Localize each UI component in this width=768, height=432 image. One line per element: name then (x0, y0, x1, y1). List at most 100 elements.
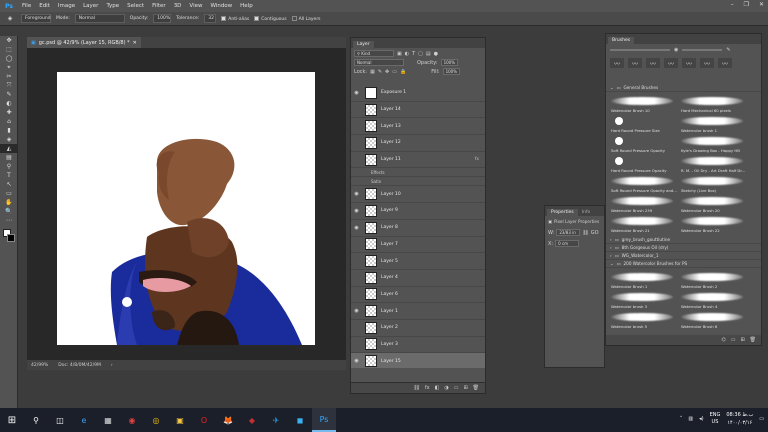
brush-preset[interactable]: Watercolor brush 5 (609, 311, 677, 329)
menu-item-edit[interactable]: Edit (35, 3, 54, 9)
brush-preset[interactable]: Kyle's Drawing Box - Happy HB (679, 135, 747, 153)
brush-preset[interactable]: Hard Round Pressure Opacity (609, 155, 677, 173)
recent-brush-icon[interactable]: 〰 (700, 58, 714, 68)
history-brush-tool-icon[interactable]: ▮ (0, 126, 18, 135)
paint-bucket-icon[interactable]: ◈ (4, 14, 16, 23)
kind-filter-select[interactable]: ⚲ Kind (354, 50, 394, 57)
contiguous-checkbox[interactable]: Contiguous (254, 15, 287, 22)
brush-preset[interactable]: Soft Round Pressure Opacity and... (609, 175, 677, 193)
task-view-icon[interactable]: ◫ (48, 408, 72, 432)
tab-info[interactable]: Info (577, 209, 595, 216)
new-group-icon[interactable]: ▭ (731, 337, 736, 343)
brush-preset[interactable]: Watercolor brush 1 (679, 115, 747, 133)
tab-layers[interactable]: Layer (353, 41, 374, 48)
recent-brush-icon[interactable]: 〰 (718, 58, 732, 68)
layer-row[interactable]: Layer 6 (351, 287, 485, 304)
filter-type-icon[interactable]: T (412, 51, 415, 57)
eye-icon[interactable]: ◉ (351, 208, 362, 214)
opacity-input[interactable]: 100% (153, 14, 172, 23)
brush-preset[interactable]: Watercolor Brush 20 (679, 195, 747, 213)
brush-preset[interactable]: Hard Round Pressure Size (609, 115, 677, 133)
lock-paint-icon[interactable]: ✎ (378, 69, 382, 75)
brush-preset[interactable]: Watercolor brush 3 (609, 291, 677, 309)
tab-properties[interactable]: Properties (547, 209, 578, 216)
menu-item-filter[interactable]: Filter (148, 3, 170, 9)
zoom-level[interactable]: 42/99% (31, 363, 48, 368)
close-button[interactable]: ✕ (759, 1, 764, 8)
tolerance-input[interactable]: 32 (204, 14, 217, 23)
layer-row[interactable]: Layer 13 (351, 118, 485, 136)
lock-all-icon[interactable]: 🔒 (400, 69, 406, 75)
mode-select[interactable]: Normal (74, 14, 125, 23)
dodge-tool-icon[interactable]: ⚲ (0, 162, 18, 171)
brush-tool-icon[interactable]: ✚ (0, 108, 18, 117)
chevron-down-icon[interactable]: ⌄ (610, 261, 614, 266)
marquee-tool-icon[interactable]: ⬚ (0, 45, 18, 54)
stamp-tool-icon[interactable]: ⌂ (0, 117, 18, 126)
layer-row[interactable]: Layer 4 (351, 270, 485, 287)
brush-group[interactable]: › ▭ WG_Watercolor_1 (606, 252, 761, 260)
layer-effect-item[interactable]: Satin (351, 177, 485, 187)
chevron-up-icon[interactable]: ˄ (680, 416, 683, 422)
x-input[interactable]: 0 cm (555, 240, 580, 247)
language-indicator[interactable]: ENG US (710, 412, 721, 426)
filter-pixel-icon[interactable]: ▣ (397, 51, 402, 57)
eye-icon[interactable]: ◉ (351, 358, 362, 364)
toggle-brush-settings-icon[interactable]: ⌬ (721, 337, 725, 343)
eyedropper-tool-icon[interactable]: ✎ (0, 90, 18, 99)
color-swatches[interactable] (2, 229, 15, 245)
chevron-right-icon[interactable]: › (610, 253, 612, 258)
brush-group[interactable]: › ▭ 8th Gorgeous Oil (dry) (606, 244, 761, 252)
notifications-icon[interactable]: ▭ (759, 416, 764, 422)
brush-preset[interactable]: Watercolor Brush 1 (609, 271, 677, 289)
recent-brush-icon[interactable]: 〰 (646, 58, 660, 68)
frame-tool-icon[interactable]: ⤧ (0, 81, 18, 90)
layer-row[interactable]: ◉ Layer 15 (351, 353, 485, 368)
windows-start-icon[interactable]: ⊞ (0, 408, 24, 432)
firefox-icon[interactable]: 🦊 (216, 408, 240, 432)
close-tab-icon[interactable]: ✕ (133, 40, 137, 46)
fill-input[interactable]: 100% (442, 68, 461, 75)
chevron-right-icon[interactable]: › (610, 245, 612, 250)
add-style-icon[interactable]: fx (425, 385, 430, 391)
maximize-button[interactable]: ❐ (744, 1, 749, 8)
filter-adjustment-icon[interactable]: ◐ (405, 51, 409, 57)
menu-item-window[interactable]: Window (206, 3, 236, 9)
brush-size-slider[interactable] (610, 49, 670, 51)
search-icon[interactable]: ⚲ (24, 408, 48, 432)
quick-select-tool-icon[interactable]: ⌖ (0, 63, 18, 72)
background-color-swatch[interactable] (7, 234, 15, 242)
delete-layer-icon[interactable]: 🗑 (473, 385, 479, 391)
delete-brush-icon[interactable]: 🗑 (750, 337, 756, 343)
volume-icon[interactable]: ◂) (699, 416, 703, 422)
eye-icon[interactable]: ◉ (351, 191, 362, 197)
photoshop-icon[interactable]: Ps (312, 408, 336, 432)
link-layers-icon[interactable]: ⛓ (414, 385, 420, 391)
chevron-down-icon[interactable]: ⌄ (610, 85, 614, 90)
eye-icon[interactable]: ◉ (351, 90, 362, 96)
canvas[interactable] (57, 72, 315, 345)
all-layers-checkbox[interactable]: All Layers (291, 15, 321, 22)
brush-settings-icon[interactable]: ✎ (726, 47, 730, 53)
layer-row[interactable]: Layer 2 (351, 320, 485, 337)
new-adjustment-icon[interactable]: ◑ (444, 385, 448, 391)
brush-preset[interactable]: Watercolor Brush 21 (609, 215, 677, 233)
type-tool-icon[interactable]: T (0, 171, 18, 180)
eraser-tool-icon[interactable]: ◈ (0, 135, 18, 144)
brush-hardness-slider[interactable] (682, 49, 723, 51)
brush-group[interactable]: › ▭ grey_brush_gouttiutine (606, 236, 761, 244)
fill-source-select[interactable]: Foreground (21, 14, 51, 23)
layer-row[interactable]: ◉ Exposure 1 (351, 85, 485, 102)
menu-item-file[interactable]: File (18, 3, 35, 9)
app-store-icon[interactable]: ◼ (288, 408, 312, 432)
minimize-button[interactable]: – (731, 1, 734, 8)
menu-item-layer[interactable]: Layer (79, 3, 102, 9)
new-group-icon[interactable]: ▭ (454, 385, 459, 391)
layer-effect-item[interactable]: Effects (351, 168, 485, 178)
file-explorer-icon[interactable]: ▣ (168, 408, 192, 432)
network-icon[interactable]: ▥ (688, 416, 693, 422)
recent-brush-icon[interactable]: 〰 (682, 58, 696, 68)
menu-item-select[interactable]: Select (123, 3, 148, 9)
brush-preset[interactable]: Watercolor Brush 10 (609, 95, 677, 113)
brush-preset[interactable]: Watercolor Brush 6 (679, 311, 747, 329)
